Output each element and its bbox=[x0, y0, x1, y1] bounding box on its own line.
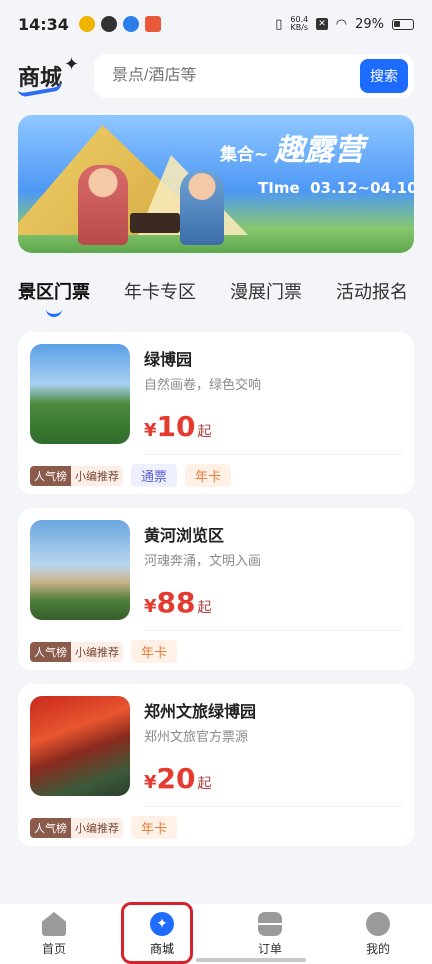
price-currency: ¥ bbox=[144, 420, 157, 441]
rank-badge: 人气榜 小编推荐 bbox=[30, 465, 123, 486]
price-currency: ¥ bbox=[144, 772, 157, 793]
tab-annual-card[interactable]: 年卡专区 bbox=[124, 278, 196, 318]
profile-icon bbox=[366, 912, 390, 936]
tab-comic-tickets[interactable]: 漫展门票 bbox=[230, 278, 302, 318]
app-icon bbox=[100, 16, 117, 32]
item-name: 黄河浏览区 bbox=[144, 526, 225, 545]
tag-annual: 年卡 bbox=[131, 816, 178, 839]
nav-profile[interactable]: 我的 bbox=[324, 904, 432, 964]
app-icon bbox=[122, 16, 139, 32]
scenic-thumbnail bbox=[30, 344, 130, 444]
tag-annual: 年卡 bbox=[131, 640, 178, 663]
rank-badge-value: 小编推荐 bbox=[71, 465, 123, 486]
camp-table bbox=[130, 213, 180, 233]
vibrate-icon: ▯ bbox=[275, 16, 283, 32]
item-name: 郑州文旅绿博园 bbox=[144, 702, 257, 721]
rank-badge-value: 小编推荐 bbox=[71, 817, 123, 838]
divider bbox=[144, 806, 402, 807]
divider bbox=[144, 630, 402, 631]
scenic-thumbnail bbox=[30, 696, 130, 796]
home-icon bbox=[42, 912, 66, 936]
weibo-icon bbox=[78, 16, 95, 32]
rank-badge-value: 小编推荐 bbox=[71, 641, 123, 662]
tag-annual: 年卡 bbox=[185, 464, 232, 487]
sim-icon: ✕ bbox=[316, 18, 328, 30]
price-suffix: 起 bbox=[197, 424, 212, 440]
boy-figure bbox=[180, 170, 224, 245]
tab-scenic-tickets[interactable]: 景区门票 bbox=[18, 278, 90, 318]
nav-home[interactable]: 首页 bbox=[0, 904, 108, 964]
item-price: ¥ 10 起 bbox=[144, 410, 212, 443]
tag-pass: 通票 bbox=[131, 464, 178, 487]
item-price: ¥ 20 起 bbox=[144, 762, 212, 795]
search-button[interactable]: 搜索 bbox=[360, 59, 408, 93]
promo-banner[interactable]: 集合~ 趣露营 TIme 03.12~04.10 bbox=[18, 115, 414, 253]
scenic-thumbnail bbox=[30, 520, 130, 620]
banner-time-label: TIme bbox=[258, 179, 300, 197]
item-tags: 人气榜 小编推荐 年卡 bbox=[30, 640, 178, 663]
item-tags: 人气榜 小编推荐 年卡 bbox=[30, 816, 178, 839]
nav-profile-label: 我的 bbox=[365, 942, 390, 956]
rank-badge: 人气榜 小编推荐 bbox=[30, 817, 123, 838]
wifi-icon: ◠ bbox=[335, 16, 348, 32]
rank-badge-label: 人气榜 bbox=[30, 817, 71, 838]
home-indicator bbox=[196, 958, 306, 962]
mall-logo: 商城 ✦ bbox=[17, 54, 90, 98]
divider bbox=[144, 454, 402, 455]
search-input[interactable] bbox=[112, 67, 360, 85]
battery-percent: 29% bbox=[355, 16, 384, 32]
item-tags: 人气榜 小编推荐 通票 年卡 bbox=[30, 464, 232, 487]
net-speed-unit: KB/s bbox=[290, 23, 309, 32]
item-desc: 河魂奔涌，文明入画 bbox=[144, 554, 262, 569]
order-icon bbox=[258, 912, 282, 936]
bottom-nav: 首页 ✦ 商城 订单 我的 bbox=[0, 904, 432, 964]
status-bar: 14:34 ▯ 60.4 KB/s ✕ ◠ 29% bbox=[0, 0, 432, 48]
price-value: 88 bbox=[156, 586, 196, 619]
rank-badge: 人气榜 小编推荐 bbox=[30, 641, 123, 662]
nav-home-label: 首页 bbox=[41, 942, 66, 956]
banner-title: 集合~ 趣露营 bbox=[220, 125, 364, 169]
price-suffix: 起 bbox=[197, 600, 212, 616]
net-speed: 60.4 KB/s bbox=[290, 16, 308, 32]
list-item[interactable]: 绿博园 自然画卷，绿色交响 ¥ 10 起 人气榜 小编推荐 通票 年卡 bbox=[18, 332, 414, 494]
battery-icon bbox=[392, 18, 414, 30]
tab-event-signup[interactable]: 活动报名 bbox=[336, 278, 408, 318]
item-desc: 自然画卷，绿色交响 bbox=[144, 378, 262, 393]
nav-orders-label: 订单 bbox=[257, 942, 282, 956]
search-bar[interactable]: 搜索 bbox=[94, 54, 414, 98]
banner-title-big: 趣露营 bbox=[274, 133, 365, 168]
banner-title-small: 集合~ bbox=[220, 145, 269, 165]
nav-orders[interactable]: 订单 bbox=[216, 904, 324, 964]
banner-time-range: 03.12~04.10 bbox=[310, 179, 414, 197]
category-tabs: 景区门票 年卡专区 漫展门票 活动报名 bbox=[18, 278, 432, 318]
notification-icons bbox=[78, 16, 161, 32]
girl-figure bbox=[78, 165, 128, 245]
list-item[interactable]: 黄河浏览区 河魂奔涌，文明入画 ¥ 88 起 人气榜 小编推荐 年卡 bbox=[18, 508, 414, 670]
list-item[interactable]: 郑州文旅绿博园 郑州文旅官方票源 ¥ 20 起 人气榜 小编推荐 年卡 bbox=[18, 684, 414, 846]
banner-time: TIme 03.12~04.10 bbox=[258, 179, 414, 197]
item-name: 绿博园 bbox=[144, 350, 193, 369]
item-price: ¥ 88 起 bbox=[144, 586, 212, 619]
rank-badge-label: 人气榜 bbox=[30, 641, 71, 662]
app-icon bbox=[144, 16, 161, 32]
price-value: 20 bbox=[156, 762, 196, 795]
price-suffix: 起 bbox=[197, 776, 212, 792]
status-time: 14:34 bbox=[18, 14, 69, 34]
sparkle-icon: ✦ bbox=[64, 54, 80, 75]
item-desc: 郑州文旅官方票源 bbox=[144, 730, 249, 745]
rank-badge-label: 人气榜 bbox=[30, 465, 71, 486]
price-value: 10 bbox=[156, 410, 196, 443]
highlight-box bbox=[121, 902, 193, 964]
price-currency: ¥ bbox=[144, 596, 157, 617]
header: 商城 ✦ 搜索 bbox=[0, 48, 432, 104]
